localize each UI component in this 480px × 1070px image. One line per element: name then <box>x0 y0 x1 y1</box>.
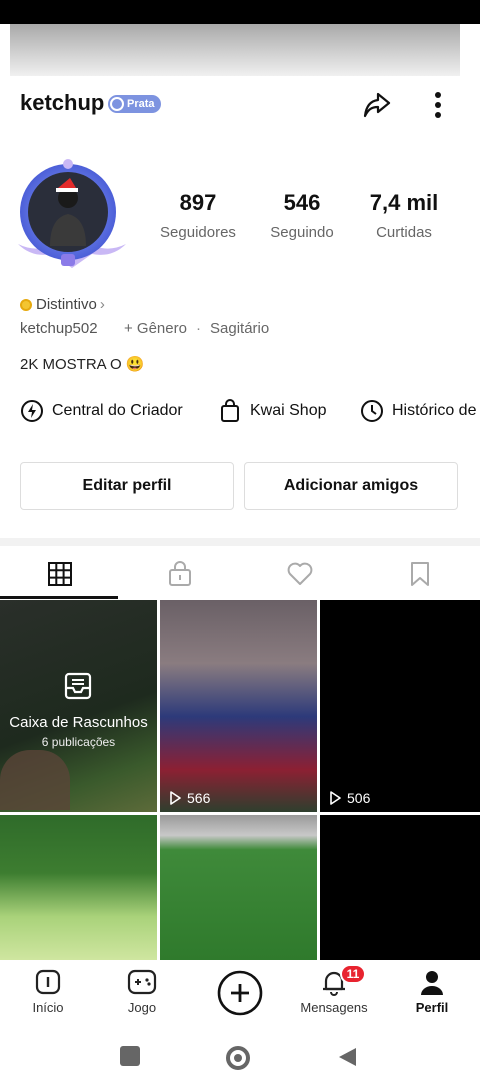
gender-button[interactable]: + Gênero <box>124 320 187 337</box>
distintivo-link[interactable]: Distintivo › <box>20 296 105 313</box>
more-button[interactable] <box>424 86 452 124</box>
kwai-shop-link[interactable]: Kwai Shop <box>218 396 327 426</box>
nav-messages-label: Mensagens <box>300 1000 368 1015</box>
play-icon <box>170 791 181 805</box>
shopping-bag-icon <box>221 399 239 422</box>
video-cell[interactable] <box>0 815 157 960</box>
nav-home-label: Início <box>32 1000 64 1015</box>
nav-home[interactable]: Início <box>0 968 96 1015</box>
nav-game[interactable]: Jogo <box>94 968 190 1015</box>
content-tabs <box>0 548 480 600</box>
bottom-nav: Início Jogo Mensagens 11 Perfil <box>0 960 480 1030</box>
tab-saved[interactable] <box>360 548 480 600</box>
separator-dot: · <box>196 320 201 337</box>
status-bar <box>0 0 480 24</box>
followers-count: 897 <box>179 190 217 215</box>
handle: ketchup502 <box>20 320 98 337</box>
view-count: 506 <box>328 790 370 806</box>
plus-icon <box>217 970 263 1016</box>
following-count: 546 <box>283 190 321 215</box>
create-button[interactable] <box>192 970 288 1016</box>
likes-label: Curtidas <box>376 224 432 241</box>
followers-label: Seguidores <box>160 224 236 241</box>
following-label: Seguindo <box>270 224 334 241</box>
back-button[interactable] <box>336 1046 358 1068</box>
bio: 2K MOSTRA O 😃 <box>20 356 145 373</box>
clock-icon <box>361 400 383 422</box>
nav-game-label: Jogo <box>127 1000 157 1015</box>
play-icon <box>330 791 341 805</box>
badge-icon <box>110 97 124 111</box>
drafts-cell[interactable]: Caixa de Rascunhos 6 publicações <box>0 600 157 812</box>
nav-profile-label: Perfil <box>415 1000 449 1015</box>
chevron-right-icon: › <box>99 296 105 313</box>
tab-private[interactable] <box>120 548 240 600</box>
lightning-icon <box>21 400 43 422</box>
creator-center-link[interactable]: Central do Criador <box>20 396 183 426</box>
history-link[interactable]: Histórico de <box>360 396 476 426</box>
video-grid: Caixa de Rascunhos 6 publicações 566 506 <box>0 600 480 960</box>
nav-profile[interactable]: Perfil <box>384 968 480 1015</box>
history-label: Histórico de <box>392 402 477 419</box>
distintivo-label: Distintivo <box>36 296 97 313</box>
creator-center-label: Central do Criador <box>52 402 183 419</box>
active-tab-indicator <box>0 596 118 599</box>
home-system-dot <box>234 1054 242 1062</box>
add-friends-button[interactable]: Adicionar amigos <box>244 462 458 510</box>
stat-likes[interactable]: 7,4 mil Curtidas <box>354 190 454 241</box>
person-icon <box>421 971 443 995</box>
section-divider <box>0 538 480 546</box>
likes-count: 7,4 mil <box>369 190 439 215</box>
top-banner <box>10 24 460 76</box>
grid-icon <box>48 562 72 586</box>
lock-icon <box>169 561 191 586</box>
video-cell[interactable] <box>160 815 317 960</box>
more-vertical-icon <box>435 92 441 118</box>
heart-icon <box>287 562 313 585</box>
video-cell[interactable]: 506 <box>320 600 480 812</box>
zodiac-tag: Sagitário <box>210 320 270 337</box>
home-icon <box>35 969 61 995</box>
edit-profile-button[interactable]: Editar perfil <box>20 462 234 510</box>
stat-following[interactable]: 546 Seguindo <box>252 190 352 241</box>
video-cell[interactable]: 566 <box>160 600 317 812</box>
drafts-count: 6 publicações <box>41 735 116 749</box>
view-count-value: 566 <box>187 790 211 806</box>
system-nav-bar <box>0 1030 480 1070</box>
badge-label: Prata <box>127 98 155 110</box>
notification-badge: 11 <box>340 964 366 984</box>
stat-followers[interactable]: 897 Seguidores <box>148 190 248 241</box>
profile-username: ketchup <box>20 90 105 115</box>
nav-messages[interactable]: Mensagens 11 <box>286 964 382 1015</box>
coin-icon <box>20 298 32 311</box>
view-count-value: 506 <box>347 790 371 806</box>
home-system-button[interactable] <box>226 1046 250 1070</box>
video-cell[interactable] <box>320 815 480 960</box>
recents-button[interactable] <box>120 1046 140 1066</box>
rank-badge[interactable]: Prata <box>108 95 161 113</box>
drafts-title: Caixa de Rascunhos <box>9 714 148 731</box>
kwai-shop-label: Kwai Shop <box>250 402 327 419</box>
tab-grid[interactable] <box>0 548 120 600</box>
share-icon <box>363 92 391 118</box>
tab-liked[interactable] <box>240 548 360 600</box>
drafts-thumbnail-shape <box>0 750 70 810</box>
share-button[interactable] <box>358 86 396 124</box>
avatar[interactable] <box>12 158 132 278</box>
inbox-icon <box>64 672 92 700</box>
gamepad-icon <box>127 969 157 995</box>
bookmark-icon <box>411 562 429 586</box>
view-count: 566 <box>168 790 210 806</box>
